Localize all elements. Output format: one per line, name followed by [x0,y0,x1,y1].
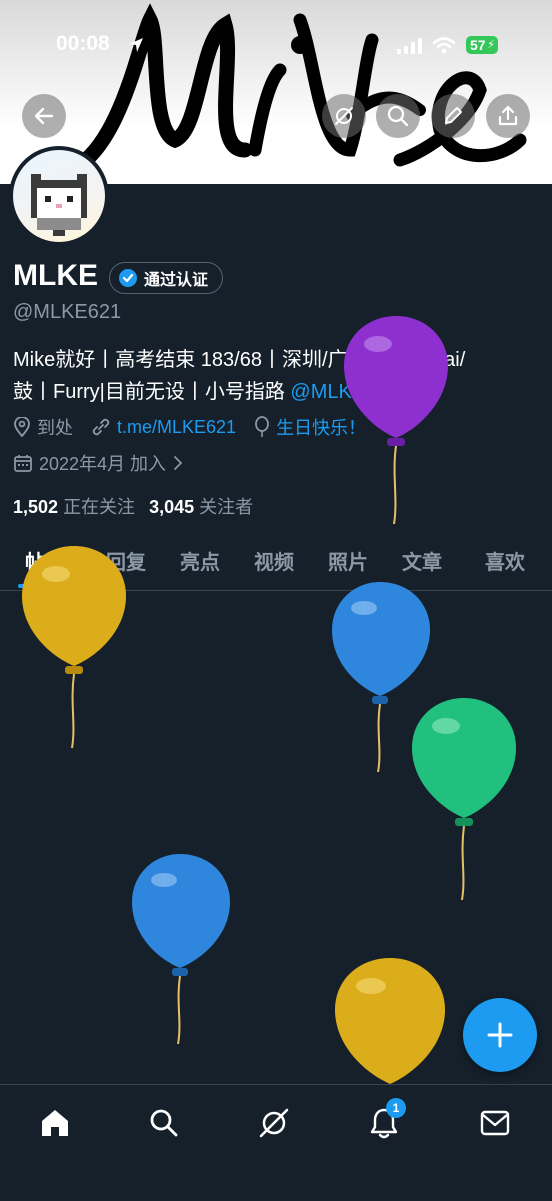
bottom-navigation: 1 [0,1084,552,1201]
notification-badge: 1 [386,1098,406,1118]
bio-line-2-text: 鼓丨Furry|目前无设丨小号指路 [13,381,291,403]
nav-grok[interactable] [254,1103,294,1143]
location-pin-icon [14,417,30,437]
plus-icon [487,1022,513,1048]
tab-videos[interactable]: 视频 [254,546,294,575]
website-link[interactable]: t.me/MLKE621 [117,417,236,438]
status-bar: 00:08 57 ⚡ [0,30,552,60]
profile-handle: @MLKE621 [13,301,122,323]
share-icon [498,105,518,126]
following-label: 正在关注 [63,497,136,517]
bio-line-1: Mike就好丨高考结束 183/68丨深圳/广州丨音游mai/ [13,349,466,371]
arrow-left-icon [34,107,54,125]
compose-post-button[interactable] [463,998,537,1072]
search-icon [387,105,409,127]
birthday-balloon-yellow-2 [335,958,445,1084]
profile-meta: 到处 t.me/MLKE621 生日快乐！ [13,414,384,440]
nav-notifications[interactable]: 1 [364,1098,406,1143]
charging-icon: ⚡ [487,39,495,51]
search-icon [150,1109,178,1137]
back-button[interactable] [22,94,66,138]
calendar-icon [14,455,32,472]
avatar-image [13,150,105,242]
grok-icon [259,1108,289,1138]
birthday-balloon-blue-2 [132,854,230,1045]
wifi-icon [432,37,456,54]
bio-line-2: 鼓丨Furry|目前无设丨小号指路 @MLKE139115 [13,376,543,408]
chevron-right-icon [174,456,183,470]
profile-bio: Mike就好丨高考结束 183/68丨深圳/广州丨音游mai/ 鼓丨Furry|… [13,344,543,408]
birthday-balloon-purple [344,316,448,525]
link-icon [92,418,110,436]
battery-indicator: 57 ⚡ [466,36,498,54]
pixel-cat-avatar [31,174,87,236]
nav-home[interactable] [35,1103,75,1143]
verified-check-icon [119,269,137,287]
grok-button[interactable] [322,94,366,138]
cellular-signal-icon [397,38,422,54]
nav-messages[interactable] [475,1103,515,1143]
location-arrow-icon [129,38,143,52]
following-link[interactable]: 1,502 正在关注 [13,493,135,519]
tab-photos[interactable]: 照片 [328,546,368,575]
profile-name: MLKE [13,259,98,292]
birthday-balloon-green [412,698,516,901]
profile-avatar[interactable] [9,146,109,246]
battery-level: 57 [470,37,486,53]
edit-button[interactable] [431,94,475,138]
balloon-icon [255,416,269,437]
grok-icon [335,107,353,125]
joined-item[interactable]: 2022年4月 加入 [13,450,184,476]
home-icon [42,1110,68,1136]
tab-likes[interactable]: 喜欢 [485,546,525,575]
followers-count: 3,045 [149,497,195,517]
followers-label: 关注者 [199,497,254,517]
birthday-balloon-yellow-1 [22,546,126,749]
status-time: 00:08 [56,32,110,55]
joined-text: 2022年4月 加入 [39,454,167,474]
followers-link[interactable]: 3,045 关注者 [149,493,253,519]
tab-highlights[interactable]: 亮点 [180,546,220,575]
pencil-icon [445,107,462,124]
search-button[interactable] [376,94,420,138]
share-button[interactable] [486,94,530,138]
tab-articles[interactable]: 文章 [402,546,442,575]
website-item[interactable]: t.me/MLKE621 [91,417,236,438]
nav-explore[interactable] [144,1103,184,1143]
verified-label: 通过认证 [144,272,209,289]
mail-icon [480,1110,510,1136]
location-item: 到处 [13,414,73,440]
follow-stats: 1,502 正在关注 3,045 关注者 [13,493,253,519]
verified-badge-chip[interactable]: 通过认证 [109,262,224,294]
following-count: 1,502 [13,497,59,517]
location-text: 到处 [37,418,73,438]
